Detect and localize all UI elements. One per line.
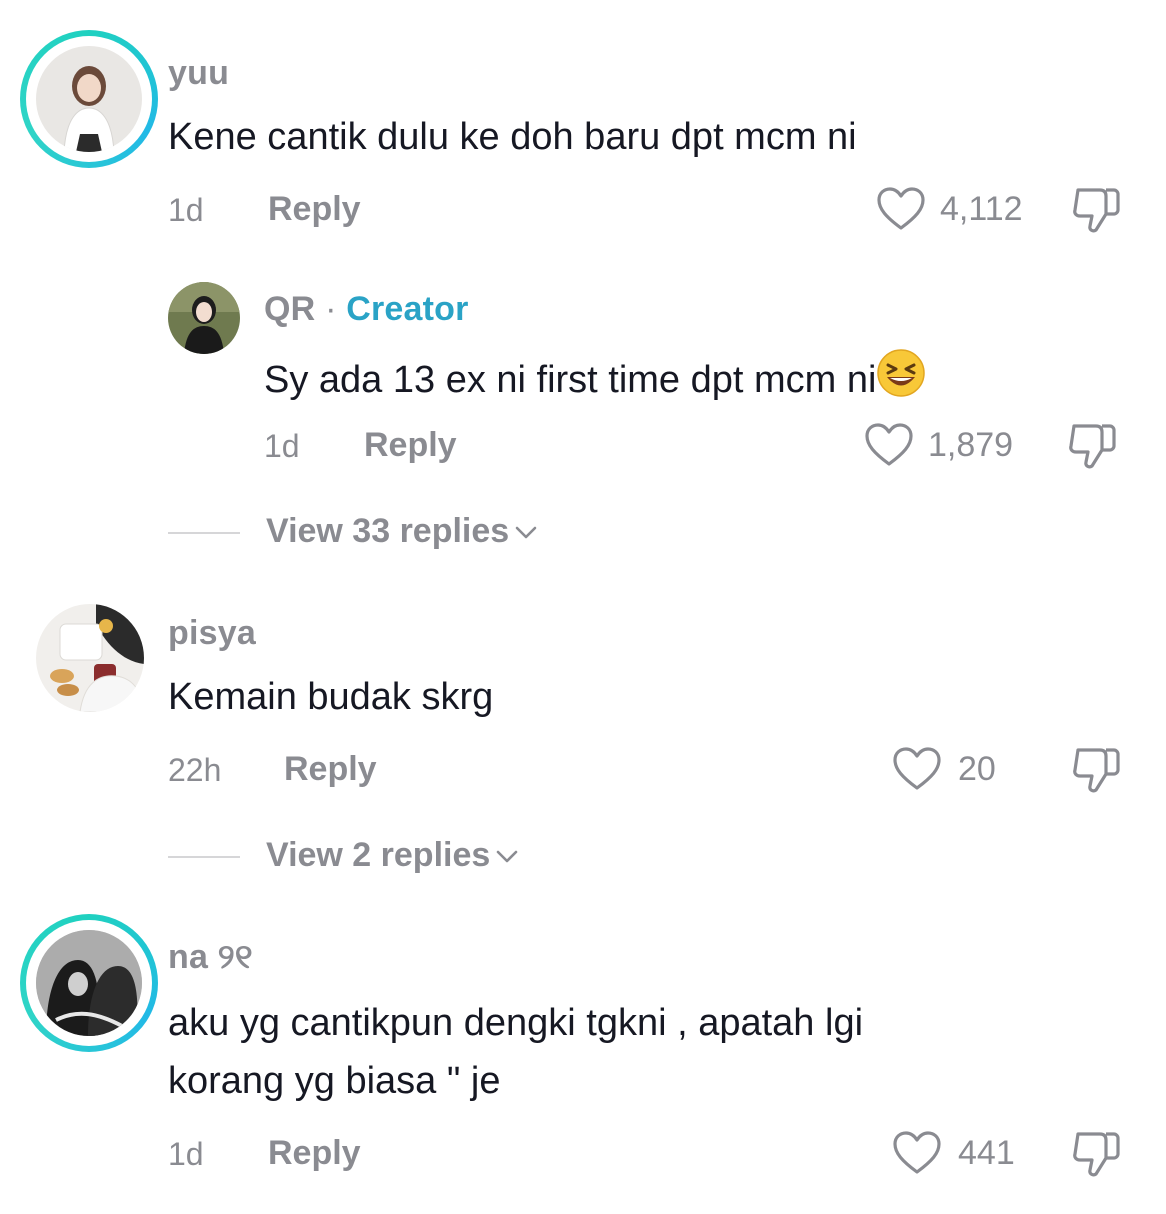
- heart-icon[interactable]: [892, 746, 942, 792]
- badge-separator: ·: [325, 290, 337, 328]
- chevron-down-icon: [496, 850, 518, 863]
- heart-icon[interactable]: [864, 422, 914, 468]
- avatar[interactable]: [36, 930, 142, 1036]
- like-count: 4,112: [940, 190, 1023, 228]
- comment-text-line-2: korang yg biasa " je: [168, 1060, 501, 1102]
- reply-text-content: Sy ada 13 ex ni first time dpt mcm ni: [264, 359, 877, 401]
- reply-button[interactable]: Reply: [364, 426, 457, 465]
- reply-text: Sy ada 13 ex ni first time dpt mcm ni: [264, 348, 926, 407]
- avatar[interactable]: [168, 282, 240, 354]
- chevron-down-icon: [515, 526, 537, 539]
- comment-username[interactable]: yuu: [168, 54, 229, 93]
- comment-item: pisya Kemain budak skrg 22h Reply 20 Vie…: [0, 590, 1166, 910]
- creator-name[interactable]: QR: [264, 290, 315, 328]
- view-replies-button[interactable]: View 33 replies: [168, 512, 668, 552]
- comment-username[interactable]: na ୨୧: [168, 938, 253, 977]
- comment-timestamp: 22h: [168, 752, 222, 788]
- laughing-face-emoji-icon: [877, 349, 926, 397]
- divider: [168, 856, 240, 858]
- avatar[interactable]: [36, 46, 142, 152]
- comment-text-line-1: aku yg cantikpun dengki tgkni , apatah l…: [168, 1002, 864, 1044]
- comment-text: Kemain budak skrg: [168, 676, 494, 718]
- like-count: 20: [958, 750, 996, 788]
- creator-badge: Creator: [346, 290, 469, 328]
- reply-username: QR · Creator: [264, 290, 469, 329]
- thumbs-down-icon[interactable]: [1070, 1128, 1122, 1180]
- divider: [168, 532, 240, 534]
- comment-item: yuu Kene cantik dulu ke doh baru dpt mcm…: [0, 0, 1166, 260]
- view-replies-label: View 33 replies: [266, 512, 537, 551]
- reply-timestamp: 1d: [264, 428, 300, 464]
- view-replies-button[interactable]: View 2 replies: [168, 836, 668, 876]
- view-replies-label: View 2 replies: [266, 836, 518, 875]
- comment-timestamp: 1d: [168, 1136, 204, 1172]
- avatar[interactable]: [36, 604, 144, 712]
- like-count: 1,879: [928, 426, 1014, 464]
- reply-button[interactable]: Reply: [284, 750, 377, 789]
- thumbs-down-icon[interactable]: [1070, 744, 1122, 796]
- like-count: 441: [958, 1134, 1015, 1172]
- comment-text: Kene cantik dulu ke doh baru dpt mcm ni: [168, 116, 857, 158]
- reply-item: QR · Creator Sy ada 13 ex ni first time …: [0, 260, 1166, 590]
- reply-button[interactable]: Reply: [268, 1134, 361, 1173]
- heart-icon[interactable]: [876, 186, 926, 232]
- thumbs-down-icon[interactable]: [1070, 184, 1122, 236]
- comment-item: na ୨୧ aku yg cantikpun dengki tgkni , ap…: [0, 910, 1166, 1214]
- comment-timestamp: 1d: [168, 192, 204, 228]
- reply-button[interactable]: Reply: [268, 190, 361, 229]
- heart-icon[interactable]: [892, 1130, 942, 1176]
- comment-username[interactable]: pisya: [168, 614, 256, 653]
- thumbs-down-icon[interactable]: [1066, 420, 1118, 472]
